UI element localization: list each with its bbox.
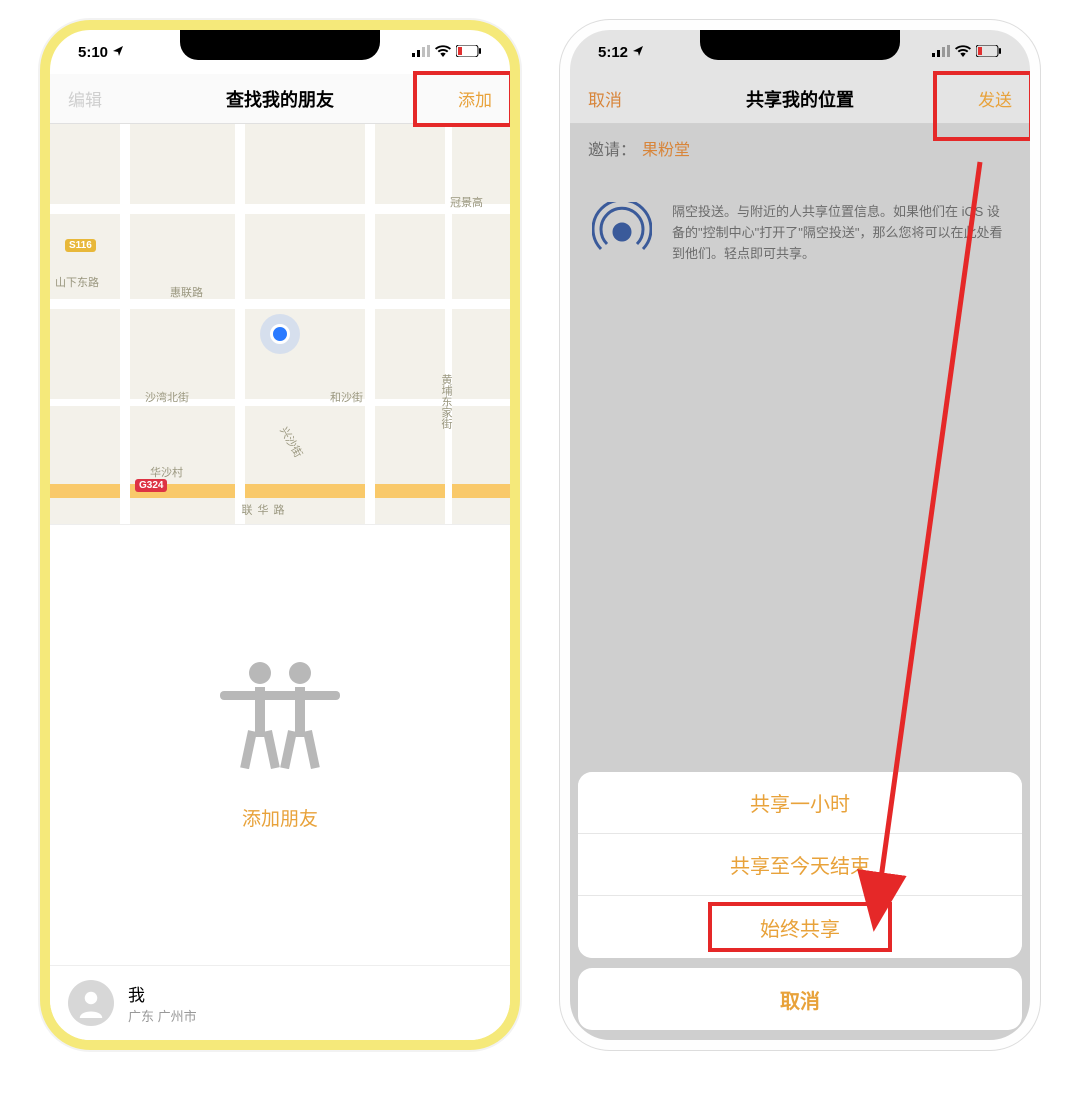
add-button[interactable]: 添加 — [422, 86, 492, 111]
me-location: 广东 广州市 — [128, 1006, 197, 1025]
nav-bar-left: 编辑 查找我的朋友 添加 — [50, 74, 510, 124]
map-road-label: 惠联路 — [170, 284, 203, 300]
share-until-end-of-day-button[interactable]: 共享至今天结束 — [578, 834, 1022, 896]
invite-row[interactable]: 邀请： 果粉堂 — [570, 124, 1030, 172]
share-indefinitely-button[interactable]: 始终共享 — [578, 896, 1022, 958]
status-time: 5:12 — [598, 44, 628, 61]
battery-low-icon — [456, 44, 482, 61]
map-road-label: 兴沙街 — [276, 424, 306, 461]
airdrop-icon — [592, 202, 652, 267]
cancel-nav-button[interactable]: 取消 — [588, 86, 658, 111]
notch — [700, 30, 900, 60]
user-location-dot — [260, 314, 300, 354]
location-arrow-icon — [632, 44, 644, 61]
phone-frame-right: 5:12 取消 共享我的位置 发送 — [560, 20, 1040, 1050]
status-time-group: 5:10 — [78, 44, 124, 61]
action-sheet: 共享一小时 共享至今天结束 始终共享 取消 — [578, 772, 1022, 1030]
map-shield-s116: S116 — [65, 239, 96, 252]
status-icons — [412, 44, 482, 61]
airdrop-description: 隔空投送。与附近的人共享位置信息。如果他们在 iOS 设备的"控制中心"打开了"… — [672, 202, 1008, 267]
me-info: 我 广东 广州市 — [128, 981, 197, 1025]
nav-title: 查找我的朋友 — [226, 86, 334, 112]
edit-button[interactable]: 编辑 — [68, 86, 138, 111]
invite-label: 邀请： — [588, 136, 636, 160]
status-time-group: 5:12 — [598, 44, 644, 61]
friends-icon — [215, 659, 345, 774]
cellular-signal-icon — [932, 44, 950, 61]
screen-left: 5:10 编辑 查找我的朋友 添加 — [50, 30, 510, 1040]
map-shield-g324: G324 — [135, 479, 167, 492]
sheet-option-label: 共享至今天结束 — [730, 850, 870, 879]
cancel-label: 取消 — [780, 985, 820, 1014]
nav-bar-right: 取消 共享我的位置 发送 — [570, 74, 1030, 124]
phone-frame-left: 5:10 编辑 查找我的朋友 添加 — [40, 20, 520, 1050]
airdrop-section: 隔空投送。与附近的人共享位置信息。如果他们在 iOS 设备的"控制中心"打开了"… — [570, 172, 1030, 277]
location-arrow-icon — [112, 44, 124, 61]
sheet-cancel-button[interactable]: 取消 — [578, 968, 1022, 1030]
sheet-options-group: 共享一小时 共享至今天结束 始终共享 — [578, 772, 1022, 958]
status-time: 5:10 — [78, 44, 108, 61]
map-road-label: 沙湾北街 — [145, 389, 189, 405]
map-village-label: 华沙村 — [150, 464, 183, 480]
share-body: 邀请： 果粉堂 隔空投送。与附近的人共享位置信息。如果他们在 iOS 设备的"控… — [570, 124, 1030, 1040]
sheet-option-label: 始终共享 — [760, 913, 840, 942]
invite-value: 果粉堂 — [642, 136, 690, 160]
notch — [180, 30, 380, 60]
person-avatar-icon — [68, 980, 114, 1026]
map-view[interactable]: 山下东路 惠联路 沙湾北街 和沙街 兴沙街 联华路 冠景高 华沙村 黄埔东家街 … — [50, 124, 510, 524]
map-road-label: 联华路 — [238, 504, 286, 524]
wifi-icon — [955, 44, 971, 61]
add-friend-button[interactable]: 添加朋友 — [242, 804, 318, 831]
nav-title: 共享我的位置 — [746, 86, 854, 112]
screen-right: 5:12 取消 共享我的位置 发送 — [570, 30, 1030, 1040]
map-road-label: 黄埔东家街 — [438, 374, 454, 429]
battery-low-icon — [976, 44, 1002, 61]
share-one-hour-button[interactable]: 共享一小时 — [578, 772, 1022, 834]
map-road-label: 和沙街 — [330, 389, 363, 405]
empty-friends-panel: 添加朋友 — [50, 524, 510, 965]
sheet-option-label: 共享一小时 — [750, 788, 850, 817]
cellular-signal-icon — [412, 44, 430, 61]
me-row[interactable]: 我 广东 广州市 — [50, 965, 510, 1040]
send-button[interactable]: 发送 — [942, 86, 1012, 111]
map-road-label: 冠景高 — [450, 194, 483, 210]
wifi-icon — [435, 44, 451, 61]
status-icons — [932, 44, 1002, 61]
me-name: 我 — [128, 981, 197, 1006]
map-road-label: 山下东路 — [55, 274, 99, 290]
